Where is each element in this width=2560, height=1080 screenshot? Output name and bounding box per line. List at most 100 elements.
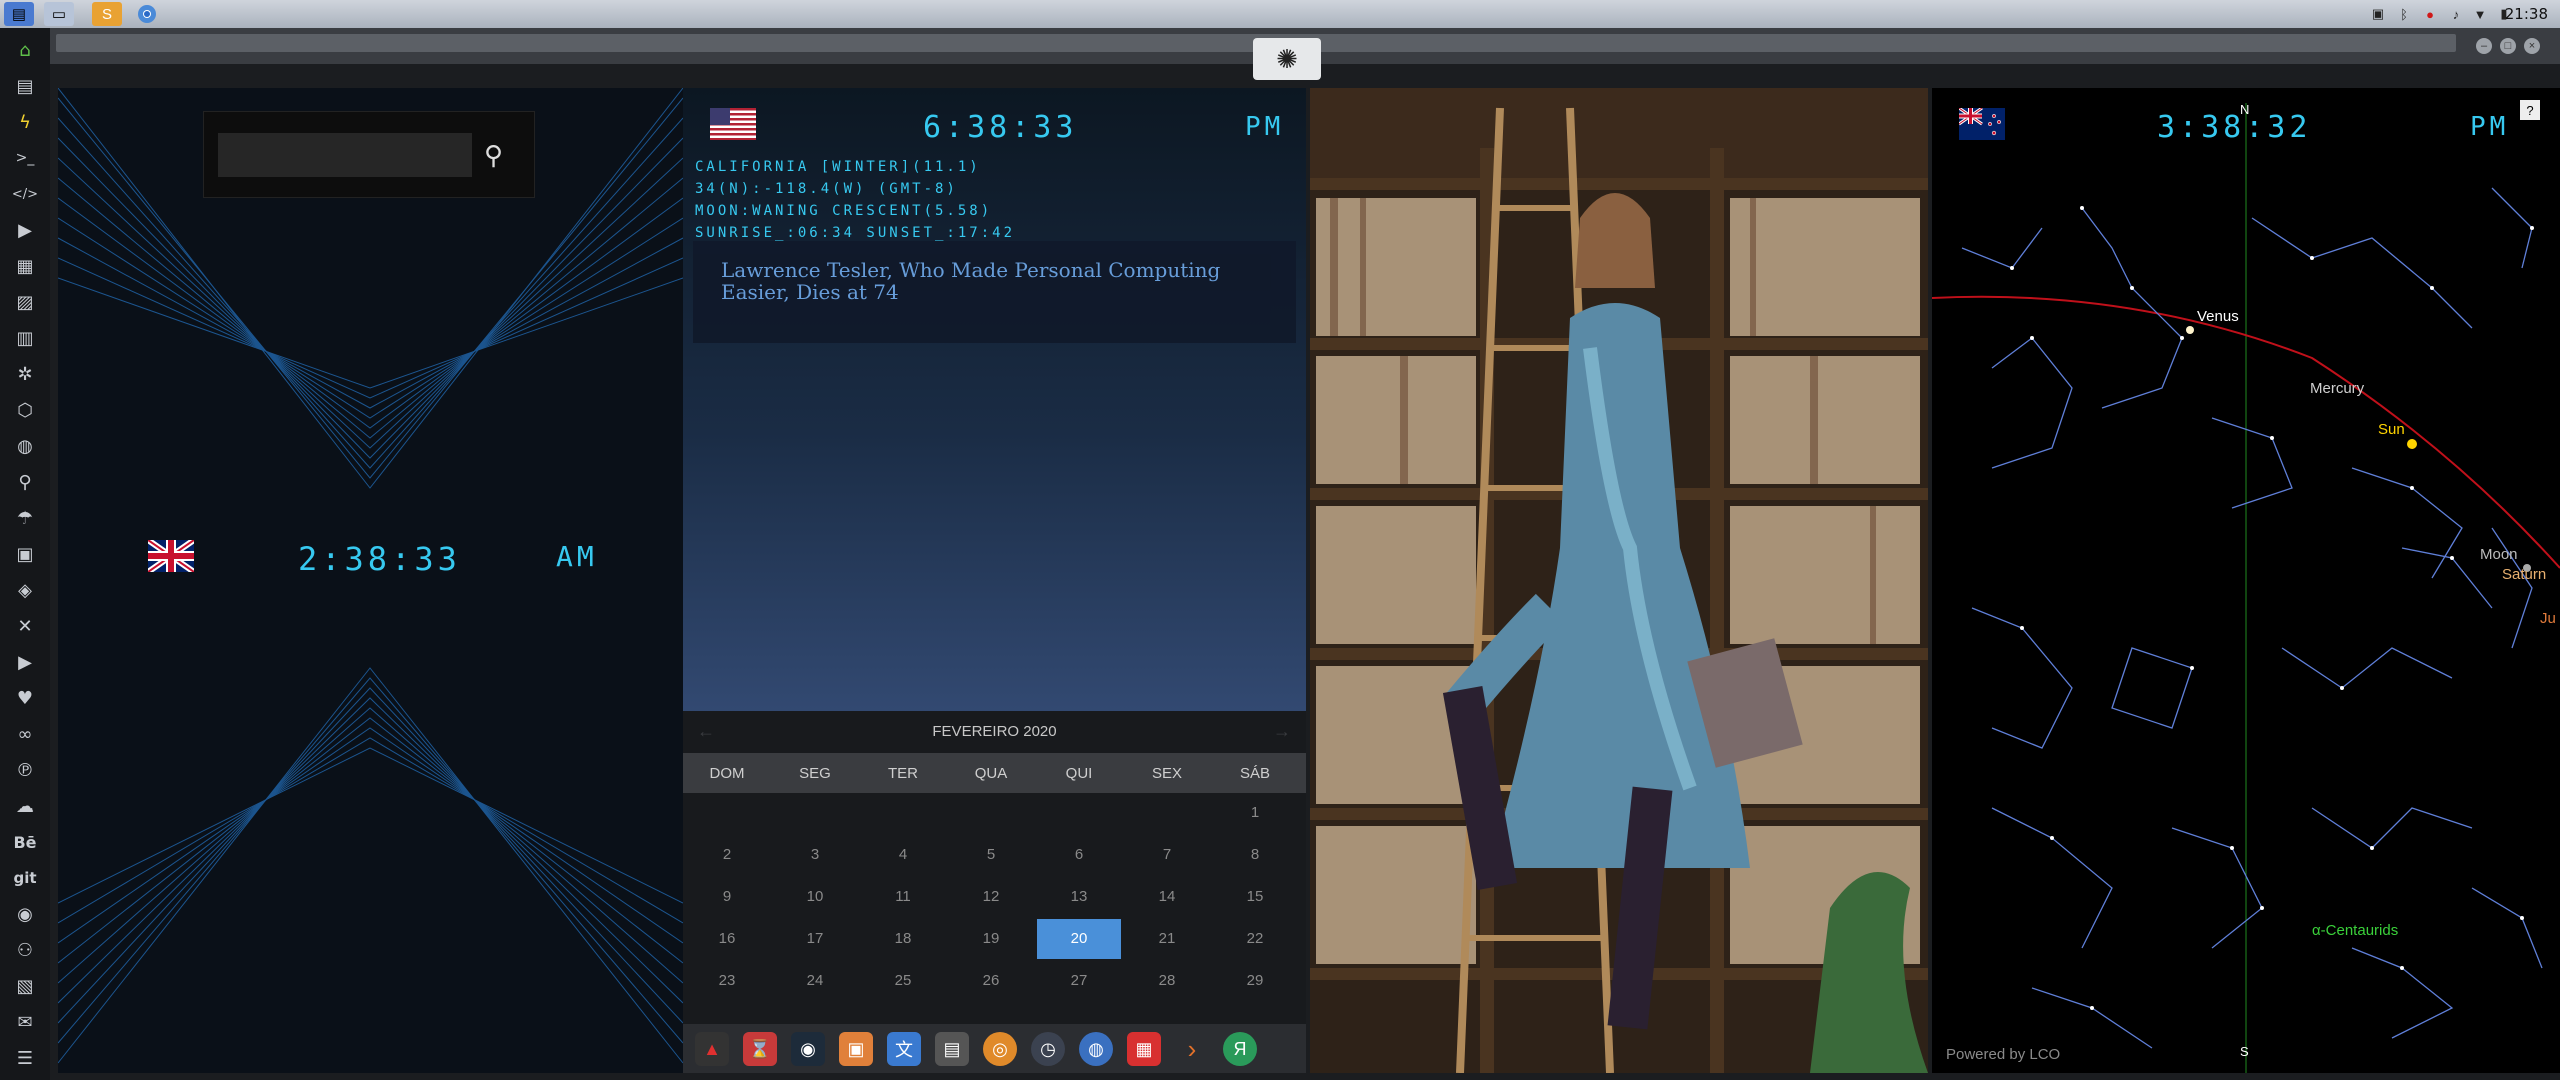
window-icon[interactable]: ▭ (44, 2, 74, 26)
calendar-day[interactable]: 7 (1123, 835, 1211, 875)
contacts-icon[interactable]: ▦ (10, 252, 40, 280)
sun-icon[interactable] (2407, 439, 2417, 449)
calendar-day[interactable]: 1 (1211, 793, 1299, 833)
tag-icon[interactable]: ◈ (10, 576, 40, 604)
code-icon[interactable]: </> (10, 180, 40, 208)
mercury-label[interactable]: Mercury (2310, 380, 2364, 397)
jupiter-label[interactable]: Ju (2540, 610, 2556, 627)
calendar-day[interactable]: 27 (1035, 961, 1123, 1001)
news-icon[interactable]: ▤ (935, 1032, 969, 1066)
calendar-day[interactable]: 4 (859, 835, 947, 875)
calendar-day[interactable]: 2 (683, 835, 771, 875)
calendar-icon[interactable]: ▦ (1127, 1032, 1161, 1066)
github-icon[interactable]: ◉ (10, 900, 40, 928)
link-icon[interactable]: ∞ (10, 720, 40, 748)
centaurids-label[interactable]: α-Centaurids (2312, 922, 2398, 939)
calendar-day[interactable]: 22 (1211, 919, 1299, 959)
news-card[interactable]: Lawrence Tesler, Who Made Personal Compu… (693, 241, 1296, 343)
record-icon[interactable]: ● (2420, 4, 2440, 24)
calendar-day[interactable]: 24 (771, 961, 859, 1001)
rebel-alliance-icon[interactable]: ✺ (1253, 38, 1321, 80)
minimize-icon[interactable]: – (2476, 38, 2492, 54)
venus-icon[interactable] (2186, 326, 2194, 334)
home-icon[interactable]: ⌂ (10, 36, 40, 64)
server-icon[interactable]: ☰ (10, 1044, 40, 1072)
maximize-icon[interactable]: □ (2500, 38, 2516, 54)
calendar-day[interactable]: 6 (1035, 835, 1123, 875)
users-icon[interactable]: ⚇ (10, 936, 40, 964)
search-circle-icon[interactable]: ◎ (983, 1032, 1017, 1066)
star-chart[interactable] (1932, 88, 2560, 1073)
calendar-icon[interactable]: ▥ (10, 324, 40, 352)
bluetooth-icon[interactable]: ᛒ (2394, 4, 2414, 24)
id-icon[interactable]: ▣ (10, 540, 40, 568)
network-icon[interactable]: ⬡ (10, 396, 40, 424)
saturn-label[interactable]: Saturn (2502, 566, 2560, 583)
image-icon[interactable]: ▨ (10, 288, 40, 316)
calendar-day[interactable]: 16 (683, 919, 771, 959)
arrow-icon[interactable]: › (1175, 1032, 1209, 1066)
calendar-day[interactable]: 17 (771, 919, 859, 959)
tools-icon[interactable]: ✕ (10, 612, 40, 640)
wifi-icon[interactable]: ▼ (2470, 4, 2490, 24)
chrome-icon[interactable] (132, 2, 162, 26)
help-button[interactable]: ? (2520, 100, 2540, 120)
heart-icon[interactable]: ♥ (10, 684, 40, 712)
calendar-day[interactable]: 12 (947, 877, 1035, 917)
system-clock[interactable]: 21:38 (2505, 5, 2548, 23)
play-icon[interactable]: ▶ (10, 216, 40, 244)
calendar-day[interactable]: 23 (683, 961, 771, 1001)
earth-icon[interactable]: ◉ (791, 1032, 825, 1066)
calendar-day[interactable]: 18 (859, 919, 947, 959)
document-icon[interactable]: ▤ (10, 72, 40, 100)
hourglass-icon[interactable]: ⌛ (743, 1032, 777, 1066)
calendar-day[interactable]: 29 (1211, 961, 1299, 1001)
map-icon[interactable]: ▧ (10, 972, 40, 1000)
youtube-icon[interactable]: ▶ (10, 648, 40, 676)
calendar-day[interactable]: 8 (1211, 835, 1299, 875)
pinterest-icon[interactable]: ℗ (10, 756, 40, 784)
calendar-day[interactable]: 21 (1123, 919, 1211, 959)
app-red-icon[interactable]: ▲ (695, 1032, 729, 1066)
sublime-icon[interactable]: S (92, 2, 122, 26)
sun-label[interactable]: Sun (2378, 421, 2405, 438)
calendar-day[interactable]: 3 (771, 835, 859, 875)
globe-icon[interactable]: ◍ (1079, 1032, 1113, 1066)
atom-icon[interactable]: ✲ (10, 360, 40, 388)
calendar-day[interactable]: 26 (947, 961, 1035, 1001)
translate-icon[interactable]: 文 (887, 1032, 921, 1066)
globe-icon[interactable]: ◍ (10, 432, 40, 460)
yandex-icon[interactable]: Я (1223, 1032, 1257, 1066)
moon-label[interactable]: Moon (2480, 546, 2518, 563)
search-icon[interactable]: ⚲ (10, 468, 40, 496)
venus-label[interactable]: Venus (2197, 308, 2239, 325)
calendar-day[interactable]: 9 (683, 877, 771, 917)
lightning-icon[interactable]: ϟ (10, 108, 40, 136)
calendar-day[interactable]: 15 (1211, 877, 1299, 917)
calendar-day[interactable]: 13 (1035, 877, 1123, 917)
close-icon[interactable]: × (2524, 38, 2540, 54)
calendar-day[interactable]: 5 (947, 835, 1035, 875)
calendar-day[interactable]: 19 (947, 919, 1035, 959)
search-icon[interactable]: ⚲ (484, 140, 514, 170)
mail-icon[interactable]: ✉ (10, 1008, 40, 1036)
behance-icon[interactable]: Bē (10, 828, 40, 856)
calendar-day[interactable]: 14 (1123, 877, 1211, 917)
terminal-icon[interactable]: >_ (10, 144, 40, 172)
file-manager-icon[interactable]: ▤ (4, 2, 34, 26)
image-icon[interactable]: ▣ (2368, 4, 2388, 24)
calendar-day[interactable]: 25 (859, 961, 947, 1001)
clock-icon[interactable]: ◷ (1031, 1032, 1065, 1066)
calendar-day[interactable]: 28 (1123, 961, 1211, 1001)
search-input[interactable] (218, 133, 472, 177)
git-icon[interactable]: git (10, 864, 40, 892)
cloud-icon[interactable]: ☁ (10, 792, 40, 820)
calendar-day-selected[interactable]: 20 (1037, 919, 1121, 959)
news-headline[interactable]: Lawrence Tesler, Who Made Personal Compu… (721, 259, 1281, 303)
calendar-day[interactable]: 10 (771, 877, 859, 917)
photos-icon[interactable]: ▣ (839, 1032, 873, 1066)
umbrella-icon[interactable]: ☂ (10, 504, 40, 532)
calendar-day[interactable]: 11 (859, 877, 947, 917)
volume-icon[interactable]: ♪ (2446, 4, 2466, 24)
calendar-next-button[interactable]: → (1273, 721, 1291, 742)
